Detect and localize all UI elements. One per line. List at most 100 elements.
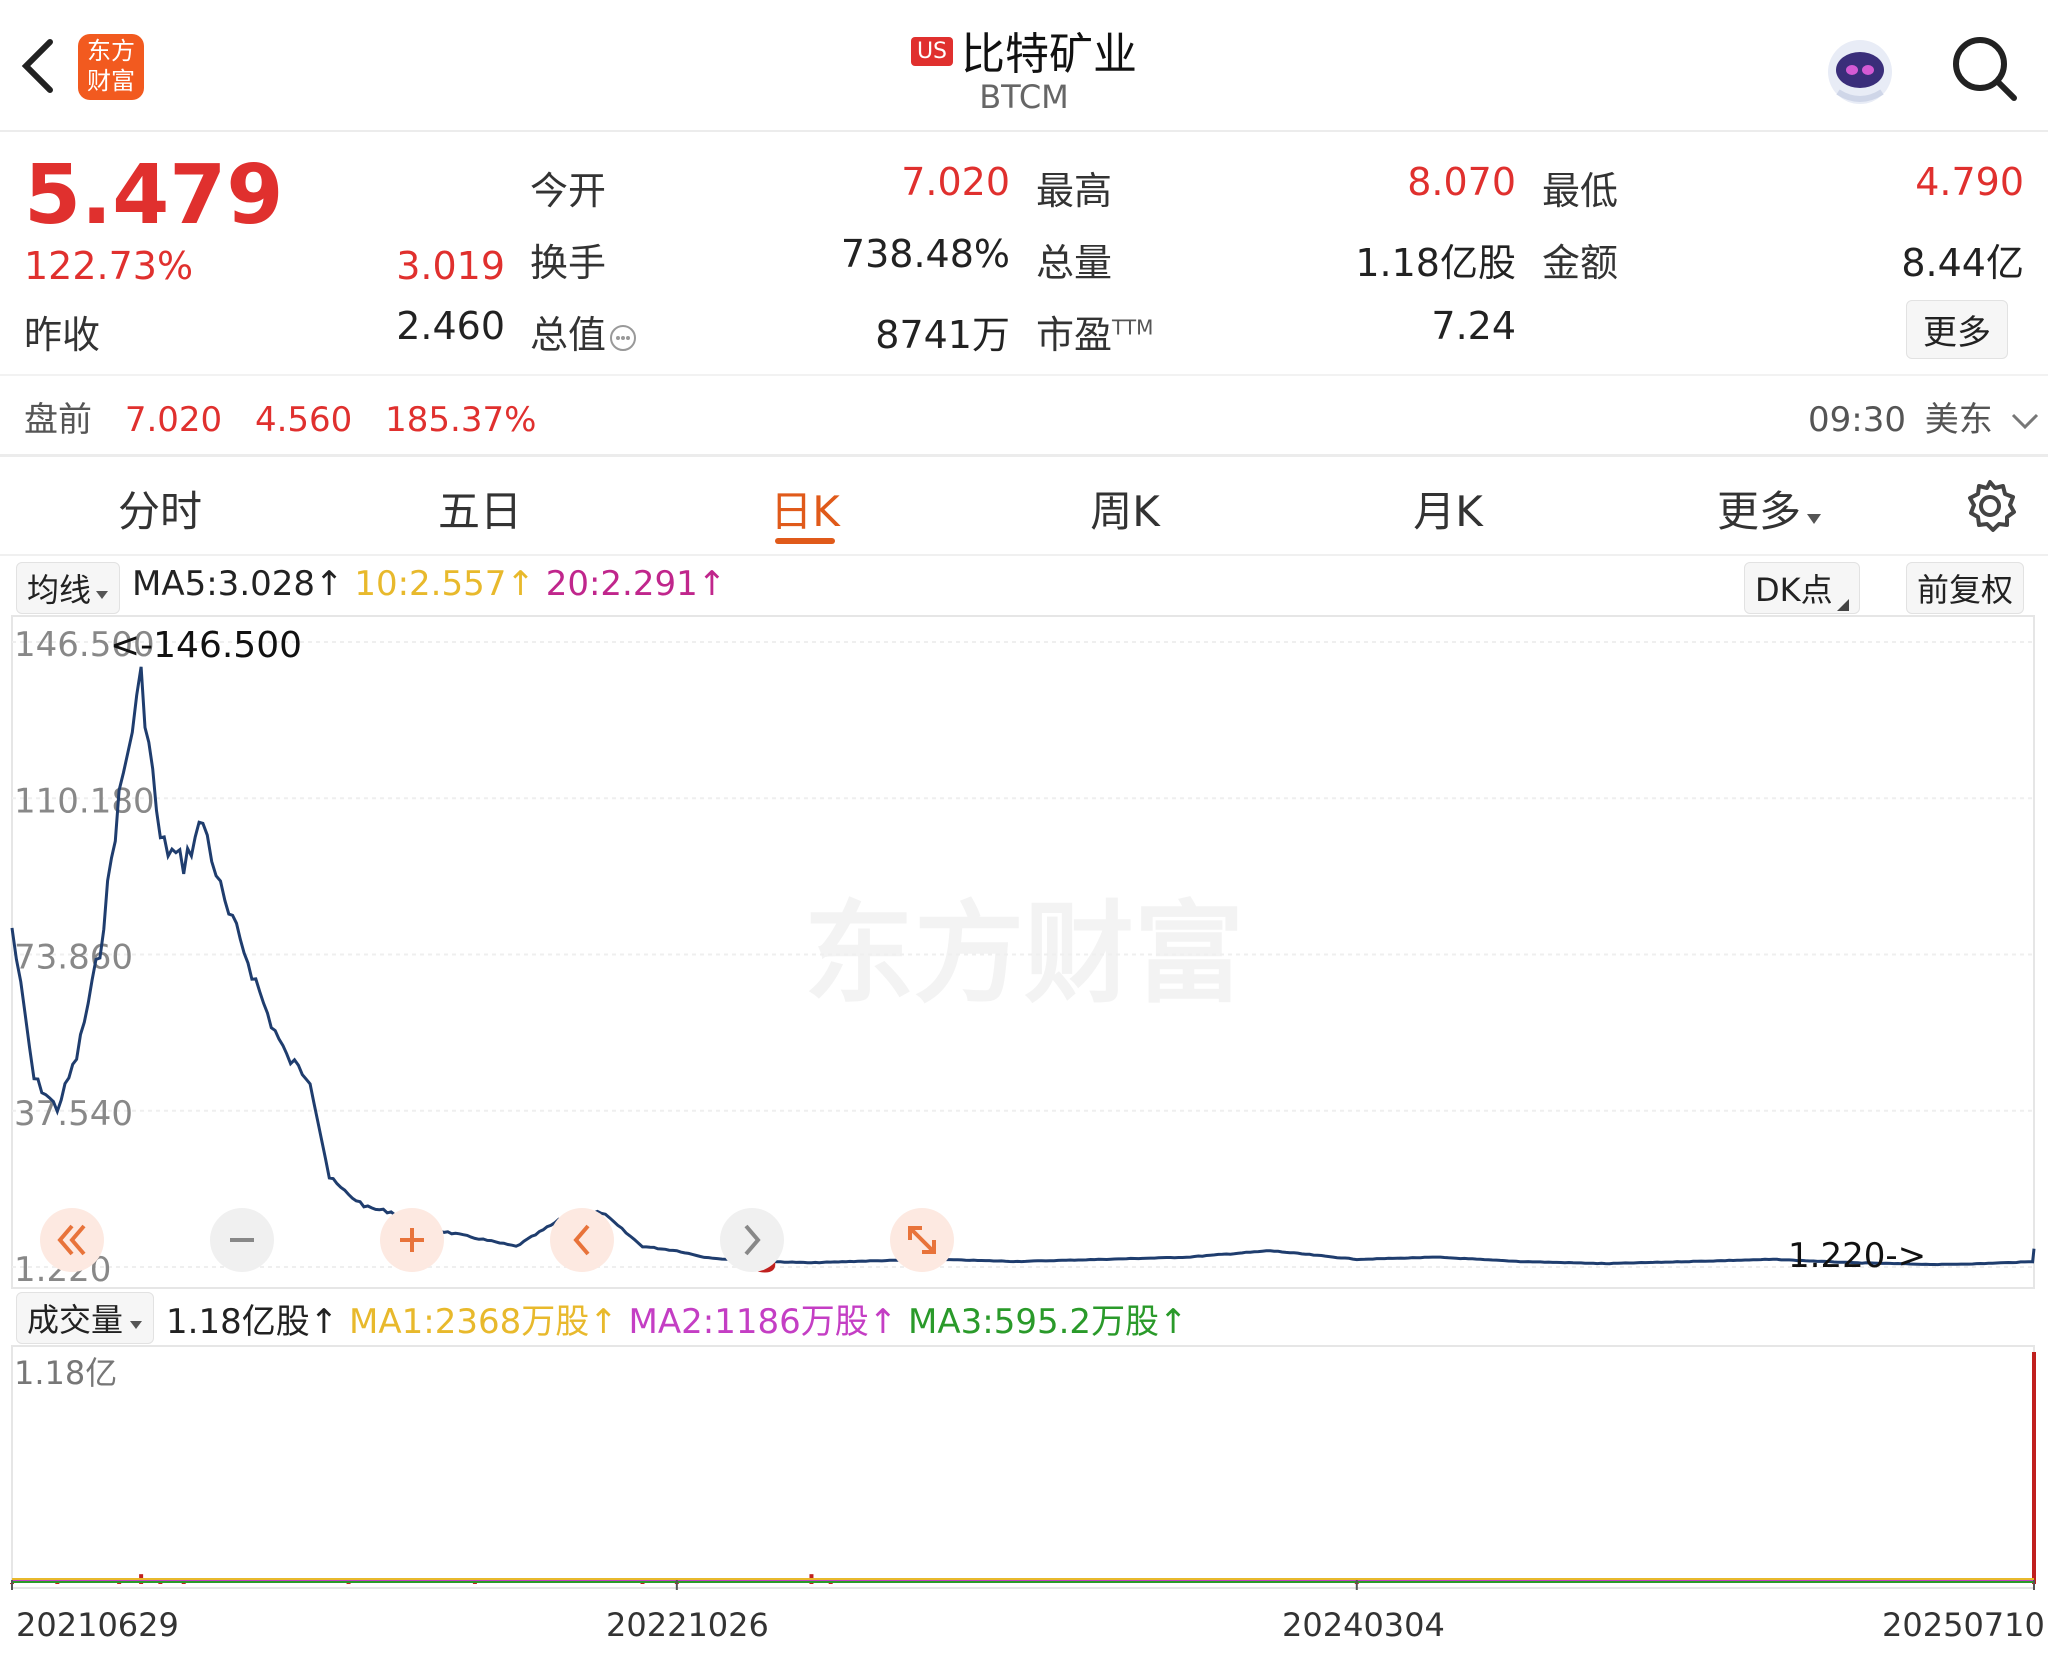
active-tab-indicator <box>775 538 835 544</box>
pan-left-button[interactable] <box>550 1208 614 1272</box>
volume-ma3: MA3:595.2万股↑ <box>908 1302 1188 1342</box>
premarket-change: 4.560 <box>254 400 353 440</box>
premarket-tz: 美东 <box>1924 400 1993 440</box>
plus-icon <box>400 1228 424 1252</box>
volume-chart-frame <box>11 1345 2035 1589</box>
info-icon <box>610 324 637 351</box>
volume-bar <box>346 1583 351 1585</box>
change-pct: 122.73% <box>24 244 194 288</box>
tab-more[interactable]: 更多 <box>1670 478 1870 539</box>
volume-current: 1.18亿股↑ <box>166 1302 339 1342</box>
turnover-value: 738.48% <box>840 232 1010 276</box>
price-grid <box>12 641 2034 1268</box>
robot-avatar-icon <box>1828 40 1892 104</box>
minus-icon <box>230 1238 254 1242</box>
max-annotation: <-146.500 <box>110 625 302 666</box>
high-value: 8.070 <box>1407 160 1516 204</box>
ma-selector[interactable]: 均线 <box>16 562 121 614</box>
header-divider <box>0 130 2048 132</box>
mktcap-value: 8741万 <box>875 313 1010 357</box>
price-axis-label: 110.180 <box>14 781 155 821</box>
pe-value: 7.24 <box>1431 304 1516 348</box>
low-label: 最低 <box>1542 169 1619 213</box>
dk-points-button[interactable]: DK点 <box>1744 562 1860 614</box>
fullscreen-button[interactable] <box>890 1208 954 1272</box>
volume-ma2: MA2:1186万股↑ <box>628 1302 898 1342</box>
premarket-time-value: 09:30 <box>1808 400 1906 440</box>
volume-ma-lines <box>12 1578 2034 1583</box>
tab-daily-k[interactable]: 日K <box>705 478 905 539</box>
date-label-3: 20240304 <box>1282 1606 1445 1644</box>
expand-icon <box>908 1226 936 1254</box>
double-chevron-left-icon <box>57 1224 86 1256</box>
chevron-down-icon <box>2011 413 2038 430</box>
ma20-value: 20:2.291↑ <box>545 564 727 604</box>
ma5-value: MA5:3.028↑ <box>132 564 344 604</box>
date-label-2: 20221026 <box>606 1606 769 1644</box>
volume-chart[interactable]: 1.18亿 <box>0 1344 2048 1590</box>
caret-down-icon <box>130 1321 143 1329</box>
premarket-pct: 185.37% <box>385 400 537 440</box>
premarket-price: 7.020 <box>124 400 223 440</box>
price-chart[interactable]: 东方财富 146.500110.18073.86037.5401.220 <-1… <box>0 612 2048 1292</box>
prev-close: 2.460 <box>396 304 505 348</box>
premarket-row: 盘前 7.020 4.560 185.37% <box>24 392 536 441</box>
ma10-value: 10:2.557↑ <box>354 564 535 604</box>
premarket-divider <box>0 454 2048 457</box>
volume-indicator-selector[interactable]: 成交量 <box>16 1292 155 1344</box>
rewind-button[interactable] <box>40 1208 104 1272</box>
price-adjust-button[interactable]: 前复权 <box>1906 562 2025 614</box>
quote-divider <box>0 374 2048 376</box>
change-amt: 3.019 <box>396 244 505 288</box>
premarket-label: 盘前 <box>24 400 92 440</box>
date-label-end: 20250710 <box>1882 1606 2045 1644</box>
volume-bars <box>10 1352 2036 1585</box>
price-axis-label: 73.860 <box>14 938 133 978</box>
tab-intraday[interactable]: 分时 <box>60 478 260 539</box>
ma-selector-label: 均线 <box>27 571 92 609</box>
prev-close-label: 昨收 <box>24 313 101 357</box>
tab-more-label: 更多 <box>1716 487 1801 536</box>
pe-ttm-sup: TTM <box>1112 315 1154 340</box>
turnover-label: 换手 <box>530 241 607 285</box>
last-price: 5.479 <box>24 148 284 243</box>
date-label-start: 20210629 <box>16 1606 179 1644</box>
high-label: 最高 <box>1036 169 1113 213</box>
zoom-in-button[interactable] <box>380 1208 444 1272</box>
more-quote-button[interactable]: 更多 <box>1906 300 2008 359</box>
caret-down-icon <box>1807 514 1821 524</box>
price-axis-label: 37.540 <box>14 1094 133 1134</box>
tab-five-day[interactable]: 五日 <box>380 478 580 539</box>
low-value: 4.790 <box>1915 160 2024 204</box>
zoom-out-button[interactable] <box>210 1208 274 1272</box>
amount-label: 金额 <box>1542 241 1619 285</box>
pe-label: 市盈TTM <box>1036 304 1153 359</box>
tab-monthly-k[interactable]: 月K <box>1348 478 1548 539</box>
stock-name: 比特矿业 <box>961 29 1138 80</box>
dk-points-label: DK点 <box>1755 571 1833 609</box>
tab-weekly-k[interactable]: 周K <box>1025 478 1225 539</box>
open-label: 今开 <box>530 169 607 213</box>
search-icon <box>1953 37 2017 101</box>
market-badge: US <box>910 36 954 66</box>
pe-label-text: 市盈 <box>1036 313 1113 357</box>
open-value: 7.020 <box>901 160 1010 204</box>
pan-right-button[interactable] <box>720 1208 784 1272</box>
premarket-time[interactable]: 09:30 美东 <box>1808 392 2040 441</box>
min-annotation: 1.220-> <box>1788 1236 1926 1276</box>
search-button[interactable] <box>1950 34 2020 104</box>
mktcap-label-text: 总值 <box>530 313 607 357</box>
volume-max-label: 1.18亿 <box>14 1354 117 1392</box>
chart-settings-button[interactable] <box>1962 478 2018 534</box>
volume-selector-label: 成交量 <box>27 1301 124 1339</box>
amount-value: 8.44亿 <box>1901 241 2024 285</box>
mktcap-label[interactable]: 总值 <box>530 304 638 359</box>
volume-value: 1.18亿股 <box>1355 241 1516 285</box>
chevron-right-icon <box>744 1224 761 1256</box>
chevron-left-icon <box>573 1224 590 1256</box>
assistant-button[interactable] <box>1822 34 1898 110</box>
caret-down-icon <box>96 591 109 599</box>
volume-values: 1.18亿股↑ MA1:2368万股↑ MA2:1186万股↑ MA3:595.… <box>166 1294 1188 1343</box>
gear-icon <box>1968 480 2016 532</box>
stock-title: US 比特矿业 <box>0 18 2048 82</box>
